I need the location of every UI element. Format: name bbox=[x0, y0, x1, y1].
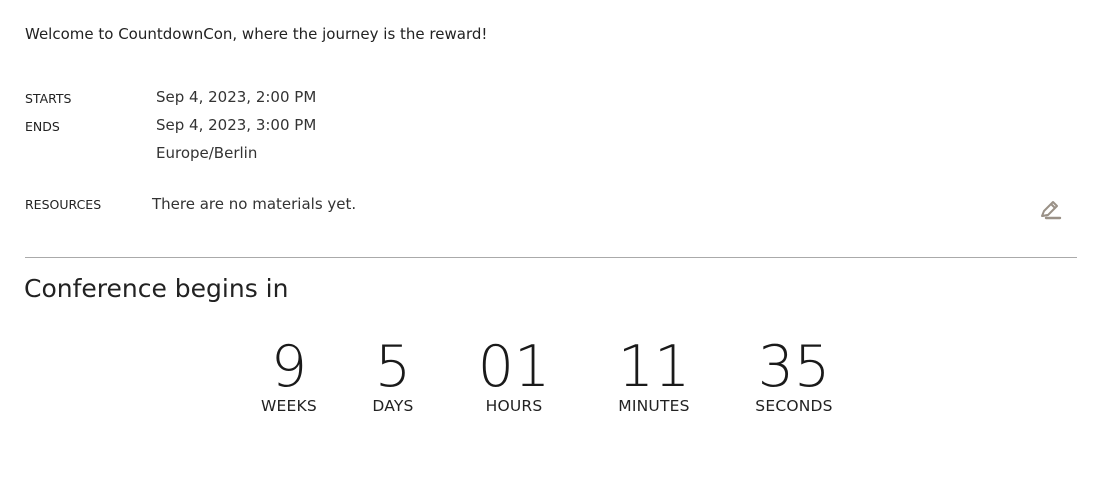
days-value: 5 bbox=[374, 334, 412, 400]
edit-button[interactable] bbox=[1038, 198, 1064, 222]
resources-value: There are no materials yet. bbox=[152, 195, 357, 213]
weeks-value: 9 bbox=[270, 334, 308, 400]
ends-label: ENDS bbox=[25, 119, 60, 134]
countdown-weeks: 9 WEEKS bbox=[229, 333, 349, 415]
hours-value: 01 bbox=[477, 334, 551, 400]
pencil-icon bbox=[1041, 201, 1062, 220]
countdown-hours: 01 HOURS bbox=[454, 333, 574, 415]
hours-label: HOURS bbox=[485, 397, 543, 415]
countdown-minutes: 11 MINUTES bbox=[594, 333, 714, 415]
starts-value: Sep 4, 2023, 2:00 PM bbox=[156, 88, 317, 106]
resources-label: RESOURCES bbox=[25, 197, 102, 212]
seconds-value: 35 bbox=[757, 334, 831, 400]
days-label: DAYS bbox=[372, 397, 414, 415]
seconds-label: SECONDS bbox=[755, 397, 833, 415]
timezone-value: Europe/Berlin bbox=[156, 144, 258, 162]
welcome-text: Welcome to CountdownCon, where the journ… bbox=[25, 25, 488, 43]
weeks-label: WEEKS bbox=[261, 397, 317, 415]
ends-value: Sep 4, 2023, 3:00 PM bbox=[156, 116, 317, 134]
countdown-title: Conference begins in bbox=[24, 274, 289, 303]
minutes-value: 11 bbox=[617, 334, 691, 400]
minutes-label: MINUTES bbox=[618, 397, 690, 415]
section-divider bbox=[25, 257, 1077, 258]
countdown-seconds: 35 SECONDS bbox=[734, 333, 854, 415]
countdown-days: 5 DAYS bbox=[333, 333, 453, 415]
starts-label: STARTS bbox=[25, 91, 72, 106]
